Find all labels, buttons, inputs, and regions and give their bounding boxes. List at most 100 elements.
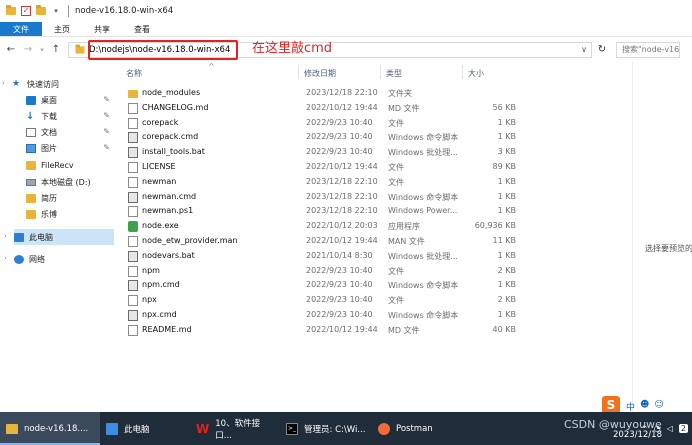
- refresh-icon[interactable]: ↻: [594, 42, 610, 58]
- chevron-down-icon[interactable]: ∨: [581, 45, 587, 54]
- nav-item-documents[interactable]: 文档 ✎: [26, 124, 116, 140]
- up-icon[interactable]: ↑: [49, 43, 63, 57]
- file-icon: [128, 102, 138, 114]
- notification-icon[interactable]: 2: [678, 424, 688, 433]
- wps-icon: W: [196, 421, 210, 436]
- taskbar-item[interactable]: >_ 管理员: C:\Wi...: [280, 412, 372, 445]
- file-list: node_modules 2023/12/18 22:10 文件夹 CHANGELOG…: [120, 86, 530, 338]
- column-divider[interactable]: [298, 65, 299, 79]
- forward-icon[interactable]: →: [21, 43, 35, 57]
- file-name[interactable]: newman.cmd: [142, 192, 196, 201]
- table-row[interactable]: newman.cmd 2023/12/18 22:10 Windows 命令脚本 1 …: [120, 190, 530, 205]
- chevron-right-icon[interactable]: ›: [4, 232, 7, 240]
- table-row[interactable]: npm.cmd 2022/9/23 10:40 Windows 命令脚本 1 KB: [120, 278, 530, 293]
- file-name[interactable]: CHANGELOG.md: [142, 103, 208, 112]
- file-name[interactable]: newman: [142, 177, 176, 186]
- preview-text: 选择要预览的: [645, 244, 692, 253]
- taskbar-item[interactable]: node-v16.18....: [0, 412, 100, 445]
- nav-label: FileRecv: [41, 160, 74, 170]
- taskbar-label: 10、软件接口...: [215, 418, 261, 441]
- back-icon[interactable]: ←: [4, 43, 18, 57]
- file-name[interactable]: npx: [142, 295, 157, 304]
- column-size[interactable]: 大小: [468, 68, 484, 79]
- table-row[interactable]: npm 2022/9/23 10:40 文件 2 KB: [120, 264, 530, 279]
- checkbox-icon[interactable]: ✓: [21, 6, 31, 16]
- file-name[interactable]: nodevars.bat: [142, 251, 195, 260]
- file-type: MD 文件: [388, 103, 420, 113]
- file-name[interactable]: npm.cmd: [142, 280, 180, 289]
- nav-item-drive-d[interactable]: 本地磁盘 (D:): [26, 174, 116, 190]
- table-row[interactable]: LICENSE 2022/10/12 19:44 文件 89 KB: [120, 160, 530, 175]
- table-row[interactable]: CHANGELOG.md 2022/10/12 19:44 MD 文件 56 KB: [120, 101, 530, 116]
- clock-date[interactable]: 2023/12/18: [613, 430, 662, 440]
- file-date: 2022/10/12 19:44: [306, 324, 378, 334]
- chevron-right-icon[interactable]: ›: [4, 254, 7, 262]
- explorer-window: ✓ ▾ node-v16.18.0-win-x64 文件 主页 共享 查看 ← …: [0, 0, 692, 412]
- tab-share[interactable]: 共享: [82, 22, 122, 36]
- table-row[interactable]: newman 2023/12/18 22:10 文件 1 KB: [120, 175, 530, 190]
- nav-item-pictures[interactable]: 图片 ✎: [26, 140, 116, 156]
- file-size: 2 KB: [497, 265, 516, 275]
- preview-pane: [632, 62, 692, 412]
- file-name[interactable]: npx.cmd: [142, 310, 177, 319]
- table-row[interactable]: npx.cmd 2022/9/23 10:40 Windows 命令脚本 1 KB: [120, 308, 530, 323]
- file-list-header: ^ 名称 修改日期 类型 大小: [120, 62, 520, 82]
- search-input[interactable]: 搜索"node-v16...: [616, 41, 680, 58]
- nav-item-downloads[interactable]: ↓ 下载 ✎: [26, 108, 116, 124]
- nav-item-desktop[interactable]: 桌面 ✎: [26, 92, 116, 108]
- star-icon: ★: [12, 78, 21, 89]
- taskbar-item[interactable]: W 10、软件接口...: [190, 412, 280, 445]
- volume-icon[interactable]: ◁: [667, 424, 673, 433]
- file-name[interactable]: node_etw_provider.man: [142, 236, 237, 245]
- nav-quick-access[interactable]: › ★ 快速访问: [2, 76, 116, 92]
- nav-label: 本地磁盘 (D:): [41, 177, 91, 187]
- nav-label: 快速访问: [27, 79, 59, 89]
- chevron-right-icon[interactable]: ›: [2, 79, 5, 87]
- taskbar-item[interactable]: Postman: [372, 412, 442, 445]
- title-bar: ✓ ▾ node-v16.18.0-win-x64: [0, 0, 692, 22]
- file-name[interactable]: install_tools.bat: [142, 147, 205, 156]
- file-date: 2023/12/18 22:10: [306, 206, 378, 216]
- chevron-down-icon[interactable]: ▾: [38, 43, 46, 57]
- column-divider[interactable]: [380, 65, 381, 79]
- script-icon: [128, 132, 138, 144]
- nav-item-resume[interactable]: 简历: [26, 190, 116, 206]
- drive-icon: [26, 178, 36, 186]
- document-icon: [26, 127, 36, 137]
- column-date[interactable]: 修改日期: [304, 68, 336, 79]
- table-row[interactable]: node_modules 2023/12/18 22:10 文件夹: [120, 86, 530, 101]
- file-type: 文件: [388, 177, 404, 187]
- file-name[interactable]: newman.ps1: [142, 206, 193, 215]
- file-name[interactable]: LICENSE: [142, 162, 176, 171]
- column-divider[interactable]: [462, 65, 463, 79]
- table-row[interactable]: corepack.cmd 2022/9/23 10:40 Windows 命令脚本 1…: [120, 130, 530, 145]
- column-name[interactable]: 名称: [126, 68, 142, 79]
- table-row[interactable]: nodevars.bat 2021/10/14 8:30 Windows 批处理..…: [120, 249, 530, 264]
- table-row[interactable]: node.exe 2022/10/12 20:03 应用程序 60,936 KB: [120, 219, 530, 234]
- nav-network[interactable]: › 网络: [4, 251, 118, 267]
- file-name[interactable]: corepack: [142, 118, 178, 127]
- file-name[interactable]: README.md: [142, 325, 192, 334]
- tab-home[interactable]: 主页: [42, 22, 82, 36]
- file-name[interactable]: node.exe: [142, 221, 179, 230]
- table-row[interactable]: README.md 2022/10/12 19:44 MD 文件 40 KB: [120, 323, 530, 338]
- tab-file[interactable]: 文件: [0, 22, 42, 36]
- chevron-down-icon[interactable]: ▾: [51, 6, 61, 16]
- nav-item-filerecv[interactable]: FileRecv: [26, 157, 116, 173]
- file-name[interactable]: npm: [142, 266, 160, 275]
- file-size: 1 KB: [497, 250, 516, 260]
- tab-view[interactable]: 查看: [122, 22, 162, 36]
- taskbar-item[interactable]: 此电脑: [100, 412, 190, 445]
- column-type[interactable]: 类型: [386, 68, 402, 79]
- table-row[interactable]: npx 2022/9/23 10:40 文件 2 KB: [120, 293, 530, 308]
- file-name[interactable]: node_modules: [142, 88, 200, 97]
- nav-item-lebo[interactable]: 乐博: [26, 206, 116, 222]
- nav-this-pc[interactable]: › 此电脑: [4, 229, 114, 245]
- table-row[interactable]: corepack 2022/9/23 10:40 文件 1 KB: [120, 116, 530, 131]
- table-row[interactable]: node_etw_provider.man 2022/10/12 19:44 MAN…: [120, 234, 530, 249]
- table-row[interactable]: newman.ps1 2023/12/18 22:10 Windows Power.…: [120, 204, 530, 219]
- node-exe-icon: [128, 221, 138, 233]
- file-name[interactable]: corepack.cmd: [142, 132, 198, 141]
- file-icon: [128, 265, 138, 277]
- table-row[interactable]: install_tools.bat 2022/9/23 10:40 Windows …: [120, 145, 530, 160]
